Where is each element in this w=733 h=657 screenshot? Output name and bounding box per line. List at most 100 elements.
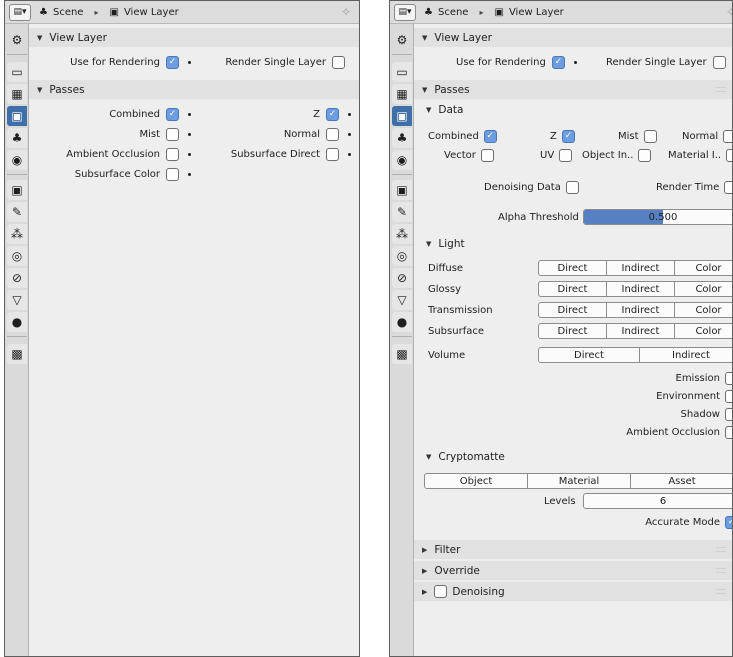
uv-checkbox[interactable]	[559, 148, 573, 162]
normal-row[interactable]: Normal	[284, 126, 351, 142]
ambient-occlusion-row[interactable]: Ambient Occlusion	[66, 146, 191, 162]
texture-tab-icon[interactable]: ▩	[7, 344, 27, 364]
subsurface-color-checkbox[interactable]	[166, 167, 179, 181]
particles-tab-icon[interactable]: ⁂	[7, 224, 27, 244]
combined-row[interactable]: Combined ✓	[428, 128, 497, 144]
render-single-layer-checkbox[interactable]	[712, 55, 726, 69]
light-direct-button[interactable]: Direct	[538, 323, 607, 339]
z-checkbox[interactable]: ✓	[561, 129, 575, 143]
light-indirect-button[interactable]: Indirect	[606, 260, 675, 276]
particles-tab-icon[interactable]: ⁂	[392, 224, 412, 244]
cryptomatte-asset-button[interactable]: Asset	[630, 473, 732, 489]
combined-checkbox[interactable]: ✓	[166, 107, 179, 121]
use-for-rendering-row[interactable]: Use for Rendering ✓	[456, 54, 577, 70]
light-color-button[interactable]: Color	[674, 281, 732, 297]
render-single-layer-row[interactable]: Render Single Layer	[606, 54, 726, 70]
volume-direct-button[interactable]: Direct	[538, 347, 640, 363]
light-color-button[interactable]: Color	[674, 323, 732, 339]
passes-panel-header[interactable]: ▼ Passes	[414, 80, 732, 99]
light-color-button[interactable]: Color	[674, 302, 732, 318]
passes-panel-header[interactable]: ▼ Passes	[29, 80, 359, 99]
shadow-row[interactable]: Shadow	[681, 406, 732, 422]
light-ambient-occlusion-checkbox[interactable]	[725, 425, 732, 439]
data-subpanel-header[interactable]: ▼ Data	[414, 100, 732, 119]
pin-icon[interactable]: ✧	[341, 5, 351, 19]
object-tab-icon[interactable]: ▣	[392, 180, 412, 200]
mist-checkbox[interactable]	[643, 129, 657, 143]
keyframe-dot-icon[interactable]	[573, 60, 577, 64]
light-indirect-button[interactable]: Indirect	[606, 302, 675, 318]
object-tab-icon[interactable]: ▣	[7, 180, 27, 200]
keyframe-dot-icon[interactable]	[188, 132, 191, 136]
tool-tab-icon[interactable]: ⚙	[392, 30, 412, 50]
keyframe-dot-icon[interactable]	[188, 60, 191, 64]
z-row[interactable]: Z ✓	[313, 106, 351, 122]
uv-row[interactable]: UV	[540, 147, 573, 163]
light-direct-button[interactable]: Direct	[538, 281, 607, 297]
mist-row[interactable]: Mist	[618, 128, 657, 144]
light-color-button[interactable]: Color	[674, 260, 732, 276]
render-single-layer-row[interactable]: Render Single Layer	[225, 54, 345, 70]
editor-type-button[interactable]: ▤▾	[394, 3, 416, 21]
material-tab-icon[interactable]: ●	[7, 312, 27, 332]
emission-checkbox[interactable]	[725, 371, 732, 385]
keyframe-dot-icon[interactable]	[188, 152, 191, 156]
material-index-checkbox[interactable]	[726, 148, 732, 162]
breadcrumb-view-layer[interactable]: View Layer	[509, 7, 564, 18]
z-row[interactable]: Z ✓	[550, 128, 575, 144]
vector-checkbox[interactable]	[480, 148, 494, 162]
emission-row[interactable]: Emission	[676, 370, 732, 386]
render-tab-icon[interactable]: ▭	[392, 62, 412, 82]
use-for-rendering-checkbox[interactable]: ✓	[551, 55, 565, 69]
denoising-data-row[interactable]: Denoising Data	[484, 179, 579, 195]
constraints-tab-icon[interactable]: ⊘	[7, 268, 27, 288]
world-tab-icon[interactable]: ◉	[7, 150, 27, 170]
keyframe-dot-icon[interactable]	[348, 152, 351, 156]
render-time-checkbox[interactable]	[724, 180, 732, 194]
light-indirect-button[interactable]: Indirect	[606, 323, 675, 339]
volume-indirect-button[interactable]: Indirect	[639, 347, 732, 363]
light-indirect-button[interactable]: Indirect	[606, 281, 675, 297]
physics-tab-icon[interactable]: ◎	[392, 246, 412, 266]
data-tab-icon[interactable]: ▽	[7, 290, 27, 310]
light-ambient-occlusion-row[interactable]: Ambient Occlusion	[626, 424, 732, 440]
keyframe-dot-icon[interactable]	[188, 112, 191, 116]
drag-handle-icon[interactable]	[716, 547, 726, 552]
normal-row[interactable]: Normal	[682, 128, 732, 144]
editor-type-button[interactable]: ▤▾	[9, 3, 31, 21]
light-subpanel-header[interactable]: ▼ Light	[414, 234, 732, 253]
object-index-row[interactable]: Object In..	[582, 147, 652, 163]
environment-checkbox[interactable]	[725, 389, 732, 403]
material-tab-icon[interactable]: ●	[392, 312, 412, 332]
view-layer-panel-header[interactable]: ▼ View Layer	[414, 28, 732, 47]
accurate-mode-checkbox[interactable]: ✓	[725, 515, 732, 529]
drag-handle-icon[interactable]	[716, 87, 726, 92]
light-direct-button[interactable]: Direct	[538, 302, 607, 318]
world-tab-icon[interactable]: ◉	[392, 150, 412, 170]
material-index-row[interactable]: Material I..	[668, 147, 732, 163]
output-tab-icon[interactable]: ▦	[392, 84, 412, 104]
shadow-checkbox[interactable]	[725, 407, 732, 421]
mist-checkbox[interactable]	[166, 127, 179, 141]
drag-handle-icon[interactable]	[716, 568, 726, 573]
keyframe-dot-icon[interactable]	[348, 132, 351, 136]
keyframe-dot-icon[interactable]	[348, 112, 351, 116]
subsurface-direct-checkbox[interactable]	[326, 147, 339, 161]
denoising-data-checkbox[interactable]	[565, 180, 579, 194]
use-for-rendering-checkbox[interactable]: ✓	[166, 55, 179, 69]
combined-checkbox[interactable]: ✓	[483, 129, 497, 143]
override-panel-header[interactable]: ▶ Override	[414, 561, 732, 580]
subsurface-color-row[interactable]: Subsurface Color	[75, 166, 191, 182]
drag-handle-icon[interactable]	[716, 589, 726, 594]
modifier-tab-icon[interactable]: ✎	[392, 202, 412, 222]
cryptomatte-subpanel-header[interactable]: ▼ Cryptomatte	[414, 447, 732, 466]
keyframe-dot-icon[interactable]	[188, 172, 191, 176]
environment-row[interactable]: Environment	[656, 388, 732, 404]
scene-tab-icon[interactable]: ♣	[392, 128, 412, 148]
accurate-mode-row[interactable]: Accurate Mode ✓	[645, 514, 732, 530]
physics-tab-icon[interactable]: ◎	[7, 246, 27, 266]
breadcrumb-view-layer[interactable]: View Layer	[124, 7, 179, 18]
denoising-checkbox[interactable]	[434, 585, 448, 598]
tool-tab-icon[interactable]: ⚙	[7, 30, 27, 50]
normal-checkbox[interactable]	[723, 129, 732, 143]
